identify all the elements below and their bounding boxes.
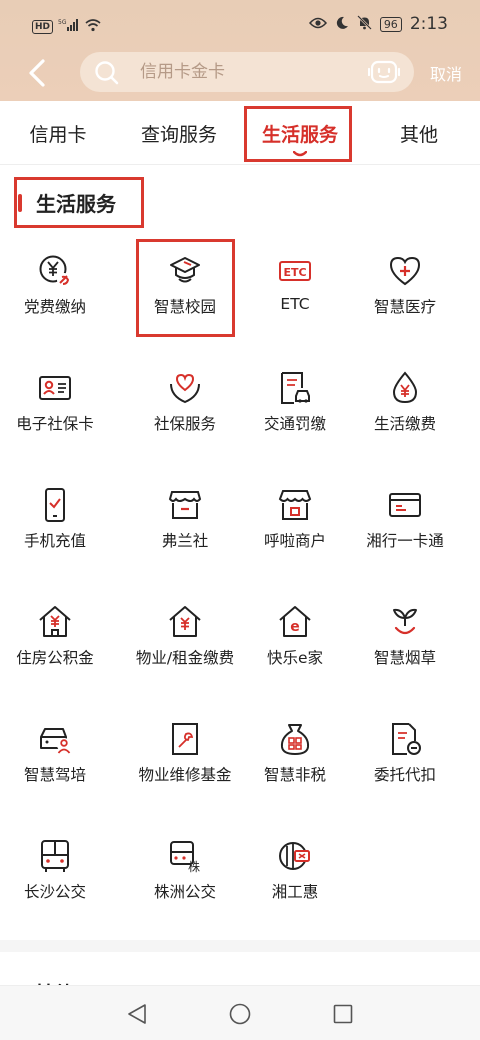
- nav-back-icon[interactable]: [125, 1002, 149, 1026]
- hd-indicator: HD: [32, 19, 54, 34]
- service-item[interactable]: 智慧校园: [130, 245, 240, 335]
- tab-label: 生活服务: [261, 123, 338, 146]
- service-label: 湘行一卡通: [366, 532, 444, 550]
- service-item[interactable]: 物业/租金缴费: [130, 596, 240, 686]
- service-item[interactable]: 党费缴纳: [0, 245, 110, 335]
- service-item[interactable]: 呼啦商户: [240, 479, 350, 569]
- section-title-text: 生活服务: [36, 192, 116, 216]
- bus-icon: [41, 840, 69, 872]
- service-label: 长沙公交: [23, 883, 86, 901]
- tab-label: 查询服务: [140, 123, 217, 146]
- service-item[interactable]: e 快乐e家: [240, 596, 350, 686]
- svg-text:ETC: ETC: [283, 266, 306, 279]
- service-item[interactable]: 智慧驾培: [0, 713, 110, 803]
- header-area: HD 5G 96 2:13 信用卡金卡 取消: [0, 0, 480, 101]
- service-item[interactable]: 湘工惠: [240, 830, 350, 920]
- moon-icon: [335, 15, 349, 34]
- service-item[interactable]: 智慧非税: [240, 713, 350, 803]
- service-label: 手机充值: [23, 532, 86, 550]
- doc-minus-icon: [392, 723, 421, 755]
- service-label: 智慧驾培: [23, 766, 86, 784]
- chevron-left-icon: [29, 59, 45, 87]
- service-item[interactable]: 生活缴费: [350, 362, 460, 452]
- service-item[interactable]: 物业维修基金: [130, 713, 240, 803]
- category-tabs: 信用卡 查询服务 生活服务 其他: [0, 101, 480, 165]
- section-accent-bar: [18, 194, 22, 212]
- wifi-icon: [85, 17, 101, 36]
- tab-query-service[interactable]: 查询服务: [116, 101, 242, 165]
- service-label: 智慧烟草: [373, 649, 436, 667]
- tab-other[interactable]: 其他: [358, 101, 480, 165]
- house-yen-icon: [39, 606, 71, 637]
- status-bar: HD 5G 96 2:13: [0, 0, 480, 50]
- search-input[interactable]: [140, 52, 360, 92]
- service-item[interactable]: 交通罚缴: [240, 362, 350, 452]
- mute-bell-icon: [356, 14, 372, 34]
- voice-assistant-icon[interactable]: [368, 58, 400, 86]
- heart-hands-icon: [170, 373, 200, 404]
- service-label: 党费缴纳: [23, 298, 86, 316]
- search-box[interactable]: [80, 52, 414, 92]
- service-label: 智慧医疗: [373, 298, 436, 316]
- id-card-icon: [39, 376, 71, 400]
- service-item[interactable]: 智慧医疗: [350, 245, 460, 335]
- eye-icon: [308, 15, 327, 34]
- service-item[interactable]: 电子社保卡: [0, 362, 110, 452]
- drop-yen-icon: [392, 371, 418, 404]
- service-item[interactable]: 弗兰社: [130, 479, 240, 569]
- tab-life-service[interactable]: 生活服务: [242, 101, 358, 165]
- cancel-button[interactable]: 取消: [430, 61, 462, 85]
- search-icon: [95, 61, 119, 85]
- service-item[interactable]: 长沙公交: [0, 830, 110, 920]
- house-e-icon: e: [279, 606, 311, 637]
- service-label: 湘工惠: [271, 883, 319, 901]
- tab-credit-card[interactable]: 信用卡: [0, 101, 116, 165]
- nav-recents-icon[interactable]: [331, 1002, 355, 1026]
- battery-indicator: 96: [379, 16, 402, 32]
- store-icon: [168, 491, 202, 519]
- service-item[interactable]: 委托代扣: [350, 713, 460, 803]
- service-item[interactable]: ETC ETC: [240, 245, 350, 335]
- active-tab-indicator: [293, 151, 307, 157]
- signal-icon: 5G: [58, 17, 80, 36]
- section-title: 生活服务: [14, 178, 144, 228]
- svg-text:e: e: [290, 619, 300, 635]
- clock: 2:13: [409, 14, 448, 34]
- money-bag-icon: [280, 724, 310, 755]
- party-fee-icon: [39, 255, 71, 287]
- tab-label: 信用卡: [29, 123, 87, 146]
- nav-home-icon[interactable]: [228, 1002, 252, 1026]
- repair-doc-icon: [172, 723, 198, 755]
- medical-heart-icon: [389, 256, 421, 286]
- section-divider: [0, 940, 480, 952]
- system-nav-bar: [0, 985, 480, 1040]
- service-item[interactable]: 社保服务: [130, 362, 240, 452]
- back-button[interactable]: [22, 57, 52, 89]
- service-label: 住房公积金: [16, 649, 94, 667]
- etc-icon: ETC: [279, 261, 311, 281]
- sprout-icon: [393, 608, 417, 635]
- graduation-cap-icon: [170, 257, 200, 283]
- service-label: 生活缴费: [373, 415, 436, 433]
- bus-card-badge: 株: [188, 859, 200, 874]
- shop-awning-icon: [278, 490, 312, 520]
- service-item[interactable]: 株 株洲公交: [130, 830, 240, 920]
- phone-check-icon: [45, 488, 65, 522]
- union-icon: [279, 842, 310, 870]
- status-left: HD 5G: [32, 17, 101, 36]
- house-yen-icon: [169, 606, 201, 637]
- status-right: 96 2:13: [308, 14, 448, 34]
- bus-card-icon: 株: [170, 841, 200, 874]
- tab-label: 其他: [399, 123, 438, 146]
- service-label: 委托代扣: [373, 766, 436, 784]
- car-person-icon: [40, 728, 71, 754]
- network-type: 5G: [58, 19, 67, 26]
- service-item[interactable]: 手机充值: [0, 479, 110, 569]
- service-label: 电子社保卡: [16, 415, 94, 433]
- service-item[interactable]: 湘行一卡通: [350, 479, 460, 569]
- service-item[interactable]: 住房公积金: [0, 596, 110, 686]
- traffic-fine-icon: [281, 372, 310, 404]
- card-icon: [389, 493, 421, 517]
- service-item[interactable]: 智慧烟草: [350, 596, 460, 686]
